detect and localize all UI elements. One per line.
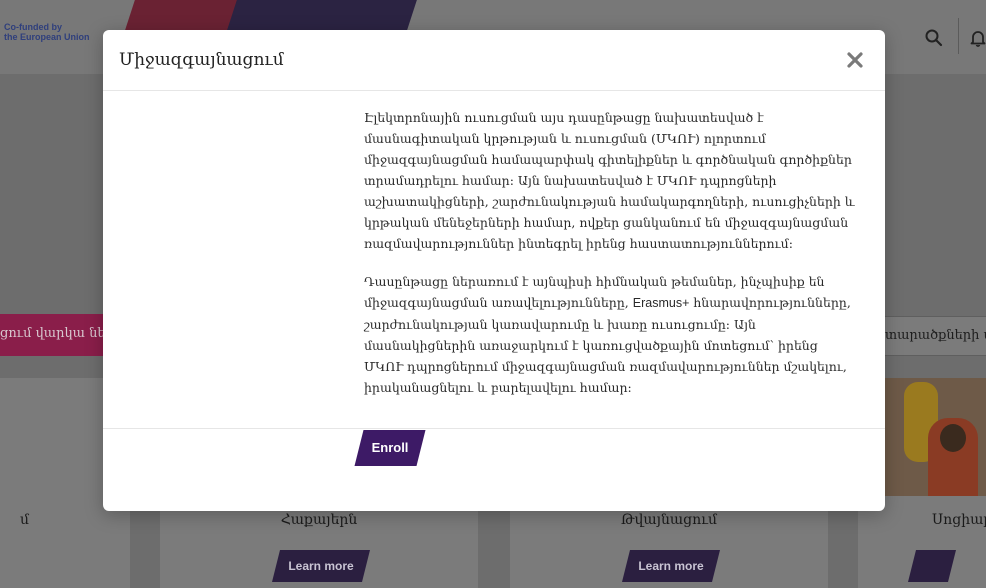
background-cta-label: ցում վարկա նե: [0, 326, 106, 341]
modal-header: Միջազգայնացում: [103, 30, 885, 91]
header-divider: [958, 18, 959, 54]
topics-text-part-2: հնարավորությունները, շարժունակության կառ…: [364, 295, 851, 395]
course-card-title: Թվայնացում: [620, 512, 718, 528]
course-card-image: [870, 378, 986, 496]
learn-more-button[interactable]: [908, 550, 956, 582]
background-cta-button[interactable]: ցում վարկա նե: [0, 314, 108, 356]
learn-more-label: Learn more: [638, 559, 704, 573]
background-tab-right[interactable]: տարածքների պ: [884, 316, 986, 356]
course-card-title: Հաքայերն: [280, 512, 358, 528]
course-card-title: մ: [20, 512, 30, 528]
background-tab-label: տարածքների պ: [885, 328, 986, 343]
logo-line-1: Co-funded by: [4, 22, 62, 32]
learn-more-label: Learn more: [288, 559, 354, 573]
header-stripe-purple: [227, 0, 417, 30]
bell-icon[interactable]: [968, 28, 986, 48]
course-card-title: Սոցիալ: [932, 512, 986, 528]
modal-body: Էլեկտրոնային ուսուցման այս դասընթացը նախ…: [103, 91, 885, 429]
learn-more-button[interactable]: Learn more: [622, 550, 720, 582]
course-modal: Միջազգայնացում Էլեկտրոնային ուսուցման այ…: [103, 30, 885, 511]
modal-title: Միջազգայնացում: [119, 50, 284, 70]
erasmus-text: Erasmus+: [632, 296, 690, 310]
course-description-paragraph: Էլեկտրոնային ուսուցման այս դասընթացը նախ…: [364, 110, 855, 251]
eu-funding-logo: Co-funded by the European Union: [4, 22, 96, 42]
search-icon[interactable]: [924, 28, 944, 48]
enroll-label: Enroll: [371, 440, 409, 455]
enroll-button[interactable]: Enroll: [354, 430, 426, 466]
course-topics-paragraph: Դասընթացը ներառում է այնպիսի հիմնական թե…: [364, 271, 859, 398]
close-icon[interactable]: [843, 48, 867, 72]
logo-line-2: the European Union: [4, 32, 90, 42]
learn-more-button[interactable]: Learn more: [272, 550, 370, 582]
